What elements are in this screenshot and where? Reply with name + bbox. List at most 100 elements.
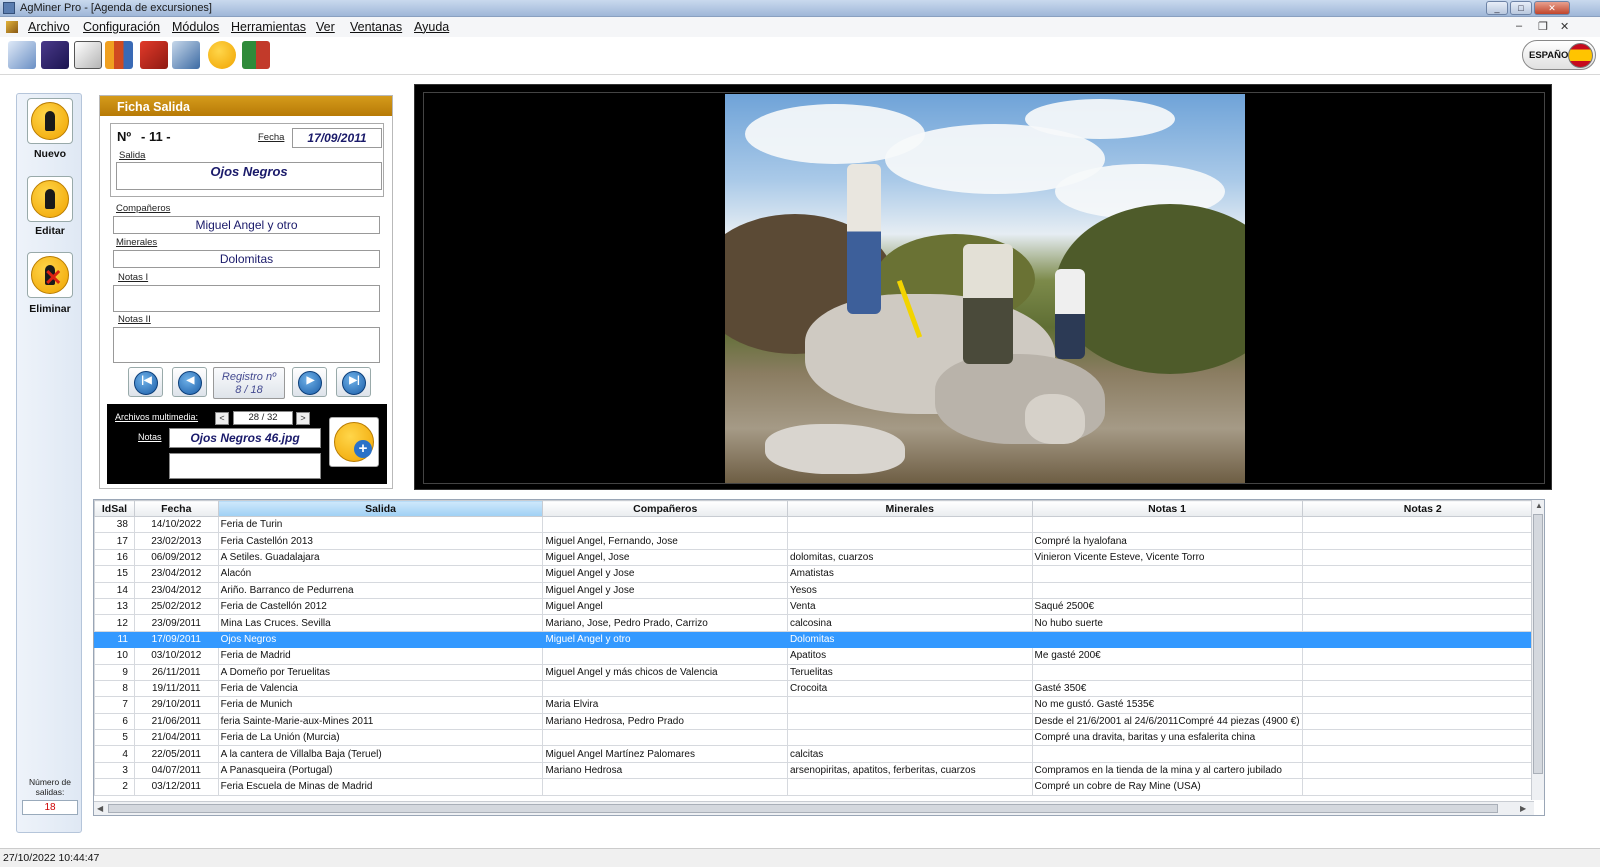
delete-button[interactable]: ✕: [27, 252, 73, 298]
close-button[interactable]: ✕: [1534, 1, 1570, 15]
table-row[interactable]: 2 03/12/2011 Feria Escuela de Minas de Mad…: [94, 778, 1544, 796]
salida-field[interactable]: Ojos Negros: [116, 162, 382, 190]
cell-companeros[interactable]: Miguel Angel, Fernando, Jose: [542, 532, 788, 550]
vertical-scrollbar[interactable]: ▲: [1531, 500, 1544, 800]
cell-notas1[interactable]: Vinieron Vicente Esteve, Vicente Torro: [1031, 548, 1303, 567]
cell-fecha[interactable]: 23/02/2013: [133, 532, 219, 550]
cell-companeros[interactable]: Miguel Angel Martínez Palomares: [542, 745, 788, 763]
date-field[interactable]: 17/09/2011: [292, 128, 382, 148]
table-row[interactable]: 16 06/09/2012 A Setiles. Guadalajara Miguel…: [94, 548, 1544, 567]
menu-archivo[interactable]: Archivo: [28, 20, 70, 34]
col-notas2[interactable]: Notas 2: [1301, 500, 1544, 517]
scroll-right-icon[interactable]: ▶: [1520, 804, 1526, 813]
cell-idsal[interactable]: 7: [94, 696, 135, 714]
menu-ventanas[interactable]: Ventanas: [350, 20, 402, 34]
cell-notas1[interactable]: Compré un cobre de Ray Mine (USA): [1031, 778, 1303, 796]
cell-minerales[interactable]: Crocoita: [786, 679, 1033, 698]
cell-notas1[interactable]: Compré la hyalofana: [1031, 532, 1303, 550]
new-button[interactable]: [27, 98, 73, 144]
cell-companeros[interactable]: Miguel Angel: [542, 597, 788, 616]
cell-companeros[interactable]: [542, 647, 788, 665]
cell-idsal[interactable]: 9: [94, 663, 135, 681]
media-notes-field[interactable]: [169, 453, 321, 479]
col-notas1[interactable]: Notas 1: [1031, 500, 1303, 517]
book-icon[interactable]: [242, 41, 270, 69]
prev-record-button[interactable]: ◀: [172, 367, 207, 397]
cell-salida[interactable]: feria Sainte-Marie-aux-Mines 2011: [217, 712, 544, 731]
cell-companeros[interactable]: Mariano, Jose, Pedro Prado, Carrizo: [542, 614, 788, 632]
col-idsal[interactable]: IdSal: [94, 500, 135, 517]
cell-notas1[interactable]: Saqué 2500€: [1031, 597, 1303, 616]
minerales-field[interactable]: Dolomitas: [113, 250, 380, 268]
cell-notas2[interactable]: [1301, 761, 1544, 780]
cell-idsal[interactable]: 6: [94, 712, 135, 731]
cell-salida[interactable]: A Panasqueira (Portugal): [217, 761, 544, 780]
next-record-button[interactable]: ▶: [292, 367, 327, 397]
crystal-icon[interactable]: [41, 41, 69, 69]
cell-idsal[interactable]: 2: [94, 778, 135, 796]
app-menu-icon[interactable]: [6, 21, 18, 33]
cell-companeros[interactable]: Miguel Angel y Jose: [542, 581, 788, 599]
cell-companeros[interactable]: Mariano Hedrosa: [542, 761, 788, 780]
cell-fecha[interactable]: 06/09/2012: [133, 548, 219, 567]
menu-ver[interactable]: Ver: [316, 20, 335, 34]
cell-notas1[interactable]: Me gasté 200€: [1031, 647, 1303, 665]
map-icon[interactable]: [8, 41, 36, 69]
cell-fecha[interactable]: 26/11/2011: [133, 663, 219, 681]
menu-ayuda[interactable]: Ayuda: [414, 20, 449, 34]
cell-notas2[interactable]: [1301, 712, 1544, 731]
table-row[interactable]: 4 22/05/2011 A la cantera de Villalba Baja…: [94, 745, 1544, 763]
cell-idsal[interactable]: 15: [94, 565, 135, 583]
cell-notas1[interactable]: [1031, 565, 1303, 583]
cell-fecha[interactable]: 29/10/2011: [133, 696, 219, 714]
cell-idsal[interactable]: 17: [94, 532, 135, 550]
last-record-button[interactable]: ▶|: [336, 367, 371, 397]
cell-idsal[interactable]: 3: [94, 761, 135, 780]
table-row[interactable]: 13 25/02/2012 Feria de Castellón 2012 Migue…: [94, 597, 1544, 616]
cell-minerales[interactable]: Apatitos: [786, 647, 1033, 665]
cell-idsal[interactable]: 12: [94, 614, 135, 632]
menu-herramientas[interactable]: Herramientas: [231, 20, 306, 34]
cell-minerales[interactable]: Yesos: [786, 581, 1033, 599]
minimize-button[interactable]: _: [1486, 1, 1508, 15]
edit-button[interactable]: [27, 176, 73, 222]
cell-minerales[interactable]: calcitas: [786, 745, 1033, 763]
cell-notas1[interactable]: No hubo suerte: [1031, 614, 1303, 632]
cell-notas2[interactable]: [1301, 597, 1544, 616]
table-row[interactable]: 12 23/09/2011 Mina Las Cruces. Sevilla Mari…: [94, 614, 1544, 632]
cell-notas2[interactable]: [1301, 581, 1544, 599]
cell-fecha[interactable]: 23/04/2012: [133, 565, 219, 583]
col-companeros[interactable]: Compañeros: [542, 500, 788, 517]
cell-companeros[interactable]: [542, 515, 788, 534]
cell-notas2[interactable]: [1301, 548, 1544, 567]
cell-companeros[interactable]: [542, 729, 788, 747]
cell-minerales[interactable]: dolomitas, cuarzos: [786, 548, 1033, 567]
table-row[interactable]: 11 17/09/2011 Ojos Negros Miguel Angel y ot…: [94, 630, 1544, 649]
cell-notas2[interactable]: [1301, 778, 1544, 796]
language-button[interactable]: ESPAÑOL: [1522, 40, 1596, 70]
cell-minerales[interactable]: [786, 532, 1033, 550]
cell-minerales[interactable]: [786, 778, 1033, 796]
cell-notas1[interactable]: Gasté 350€: [1031, 679, 1303, 698]
cell-salida[interactable]: Ojos Negros: [217, 630, 544, 649]
table-row[interactable]: 3 04/07/2011 A Panasqueira (Portugal) Maria…: [94, 761, 1544, 780]
cell-fecha[interactable]: 22/05/2011: [133, 745, 219, 763]
cell-idsal[interactable]: 16: [94, 548, 135, 567]
cell-notas2[interactable]: [1301, 696, 1544, 714]
cell-companeros[interactable]: Miguel Angel, Jose: [542, 548, 788, 567]
cell-salida[interactable]: Feria de Turin: [217, 515, 544, 534]
cell-notas2[interactable]: [1301, 729, 1544, 747]
cell-notas1[interactable]: Compramos en la tienda de la mina y al c…: [1031, 761, 1303, 780]
col-minerales[interactable]: Minerales: [786, 500, 1033, 517]
cell-fecha[interactable]: 03/12/2011: [133, 778, 219, 796]
table-row[interactable]: 6 21/06/2011 feria Sainte-Marie-aux-Mines …: [94, 712, 1544, 731]
cell-minerales[interactable]: Venta: [786, 597, 1033, 616]
cell-notas2[interactable]: [1301, 515, 1544, 534]
first-record-button[interactable]: |◀: [128, 367, 163, 397]
cell-minerales[interactable]: [786, 515, 1033, 534]
cell-idsal[interactable]: 13: [94, 597, 135, 616]
cell-idsal[interactable]: 5: [94, 729, 135, 747]
cell-salida[interactable]: Feria de La Unión (Murcia): [217, 729, 544, 747]
cell-salida[interactable]: Feria de Madrid: [217, 647, 544, 665]
cell-salida[interactable]: Feria de Castellón 2012: [217, 597, 544, 616]
